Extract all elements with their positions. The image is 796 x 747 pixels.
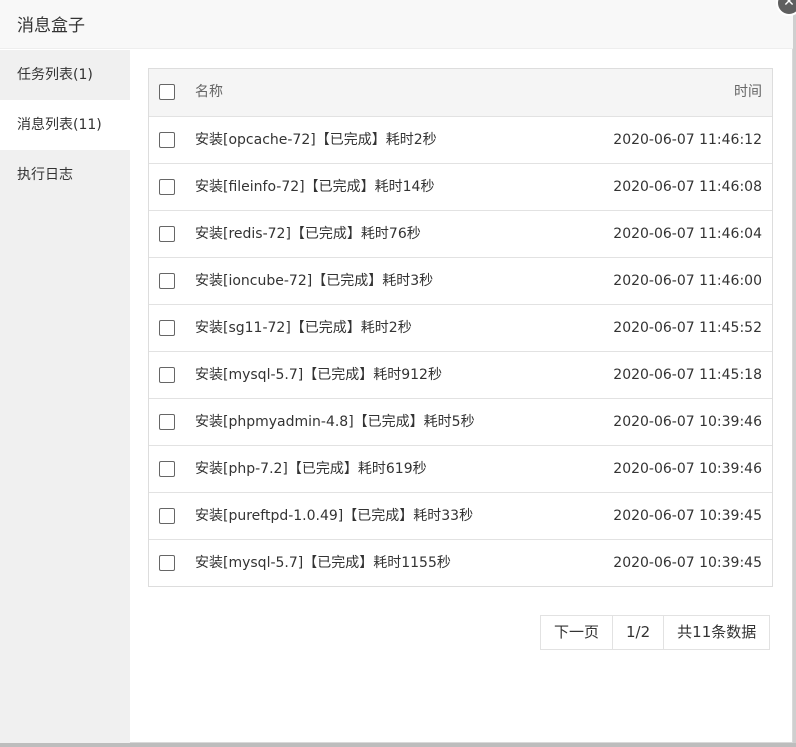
- row-time: 2020-06-07 11:46:04: [613, 226, 762, 242]
- table-row: 安装[fileinfo-72]【已完成】耗时14秒 2020-06-07 11:…: [149, 163, 772, 210]
- row-name: 安装[ioncube-72]【已完成】耗时3秒: [195, 273, 434, 289]
- row-time: 2020-06-07 10:39:46: [613, 461, 762, 477]
- row-checkbox[interactable]: [159, 555, 175, 571]
- row-time: 2020-06-07 11:46:08: [613, 179, 762, 195]
- row-name: 安装[redis-72]【已完成】耗时76秒: [195, 226, 421, 242]
- message-box-dialog: 消息盒子 任务列表(1) 消息列表(11) 执行日志 名称 时间 安装[opca…: [0, 0, 793, 743]
- table-row: 安装[sg11-72]【已完成】耗时2秒 2020-06-07 11:45:52: [149, 304, 772, 351]
- row-checkbox[interactable]: [159, 367, 175, 383]
- column-header-time: 时间: [734, 84, 762, 100]
- row-name: 安装[mysql-5.7]【已完成】耗时1155秒: [195, 555, 451, 571]
- row-name: 安装[fileinfo-72]【已完成】耗时14秒: [195, 179, 435, 195]
- table-row: 安装[phpmyadmin-4.8]【已完成】耗时5秒 2020-06-07 1…: [149, 398, 772, 445]
- total-count: 共11条数据: [663, 616, 769, 649]
- sidebar-item-messages[interactable]: 消息列表(11): [0, 100, 130, 150]
- row-checkbox[interactable]: [159, 508, 175, 524]
- row-time: 2020-06-07 10:39:46: [613, 414, 762, 430]
- row-checkbox[interactable]: [159, 273, 175, 289]
- pagination: 下一页 1/2 共11条数据: [540, 615, 771, 650]
- row-checkbox[interactable]: [159, 179, 175, 195]
- page-indicator: 1/2: [612, 616, 663, 649]
- column-header-name: 名称: [195, 84, 223, 100]
- table-header: 名称 时间: [149, 69, 772, 116]
- sidebar-item-logs[interactable]: 执行日志: [0, 150, 130, 200]
- table-row: 安装[pureftpd-1.0.49]【已完成】耗时33秒 2020-06-07…: [149, 492, 772, 539]
- row-name: 安装[pureftpd-1.0.49]【已完成】耗时33秒: [195, 508, 474, 524]
- dialog-title: 消息盒子: [17, 16, 85, 36]
- row-time: 2020-06-07 10:39:45: [613, 508, 762, 524]
- row-time: 2020-06-07 11:46:00: [613, 273, 762, 289]
- row-checkbox[interactable]: [159, 320, 175, 336]
- row-checkbox[interactable]: [159, 414, 175, 430]
- table-row: 安装[php-7.2]【已完成】耗时619秒 2020-06-07 10:39:…: [149, 445, 772, 492]
- row-checkbox[interactable]: [159, 461, 175, 477]
- table-row: 安装[mysql-5.7]【已完成】耗时912秒 2020-06-07 11:4…: [149, 351, 772, 398]
- title-bar: 消息盒子: [0, 0, 793, 49]
- row-name: 安装[sg11-72]【已完成】耗时2秒: [195, 320, 412, 336]
- row-time: 2020-06-07 11:45:18: [613, 367, 762, 383]
- select-all-checkbox[interactable]: [159, 84, 175, 100]
- sidebar: 任务列表(1) 消息列表(11) 执行日志: [0, 50, 130, 743]
- row-checkbox[interactable]: [159, 132, 175, 148]
- message-table: 名称 时间 安装[opcache-72]【已完成】耗时2秒 2020-06-07…: [148, 68, 773, 587]
- table-row: 安装[ioncube-72]【已完成】耗时3秒 2020-06-07 11:46…: [149, 257, 772, 304]
- row-checkbox[interactable]: [159, 226, 175, 242]
- table-row: 安装[opcache-72]【已完成】耗时2秒 2020-06-07 11:46…: [149, 116, 772, 163]
- row-name: 安装[opcache-72]【已完成】耗时2秒: [195, 132, 437, 148]
- table-row: 安装[redis-72]【已完成】耗时76秒 2020-06-07 11:46:…: [149, 210, 772, 257]
- table-row: 安装[mysql-5.7]【已完成】耗时1155秒 2020-06-07 10:…: [149, 539, 772, 586]
- row-time: 2020-06-07 11:45:52: [613, 320, 762, 336]
- row-name: 安装[mysql-5.7]【已完成】耗时912秒: [195, 367, 442, 383]
- row-name: 安装[phpmyadmin-4.8]【已完成】耗时5秒: [195, 414, 475, 430]
- row-time: 2020-06-07 11:46:12: [613, 132, 762, 148]
- sidebar-item-tasks[interactable]: 任务列表(1): [0, 50, 130, 100]
- row-time: 2020-06-07 10:39:45: [613, 555, 762, 571]
- next-page-button[interactable]: 下一页: [541, 616, 612, 649]
- bottom-border: [0, 743, 796, 747]
- row-name: 安装[php-7.2]【已完成】耗时619秒: [195, 461, 427, 477]
